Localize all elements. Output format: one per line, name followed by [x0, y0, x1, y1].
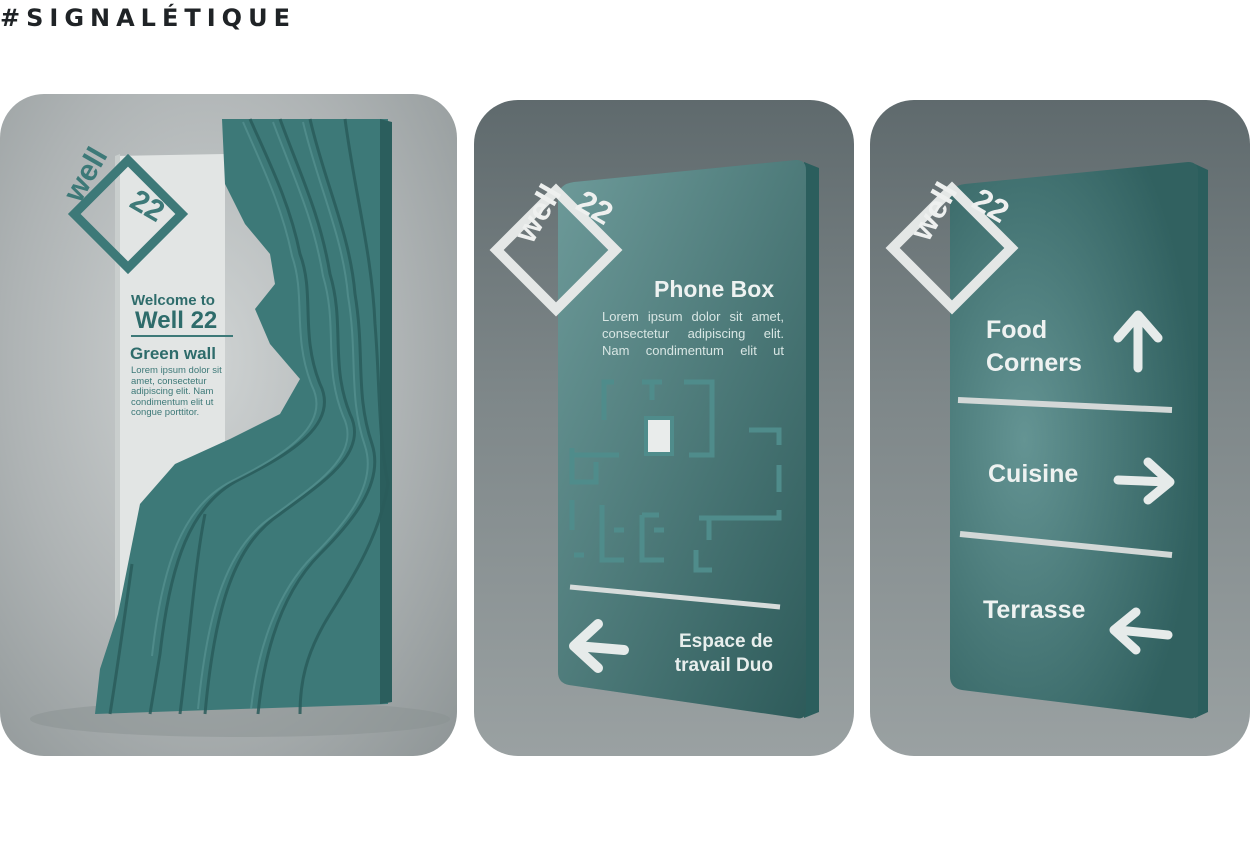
phone-box-sign-card: well 22 Phone Box Lorem ipsum dolor sit … [474, 100, 854, 756]
direction-label-terrasse: Terrasse [983, 596, 1086, 624]
sign-subtitle: Green wall [130, 344, 216, 363]
directional-sign-illustration: well 22 [885, 162, 1208, 719]
phone-box-highlight [644, 416, 674, 456]
sign-title: Well 22 [135, 307, 218, 334]
direction-label-cuisine: Cuisine [988, 460, 1079, 488]
sign-title: Phone Box [654, 276, 775, 302]
green-wall-sign-illustration: well 22 [30, 118, 450, 737]
green-wall-sign-card: well 22 Welcome to Well 22 Green wall Lo… [0, 94, 457, 756]
sign-body-text: Lorem ipsum dolor sit amet, consectetur … [602, 309, 784, 358]
sign-body-text: Lorem ipsum dolor sit amet, consectetur … [131, 365, 222, 418]
page-heading: #SIGNALÉTIQUE [0, 4, 296, 32]
directional-sign-card: well 22 Food Corners Cuisine Terrasse [870, 100, 1250, 756]
direction-label-food-corners: Food Corners [986, 316, 1082, 377]
destination-label: Espace de travail Duo [674, 631, 773, 676]
